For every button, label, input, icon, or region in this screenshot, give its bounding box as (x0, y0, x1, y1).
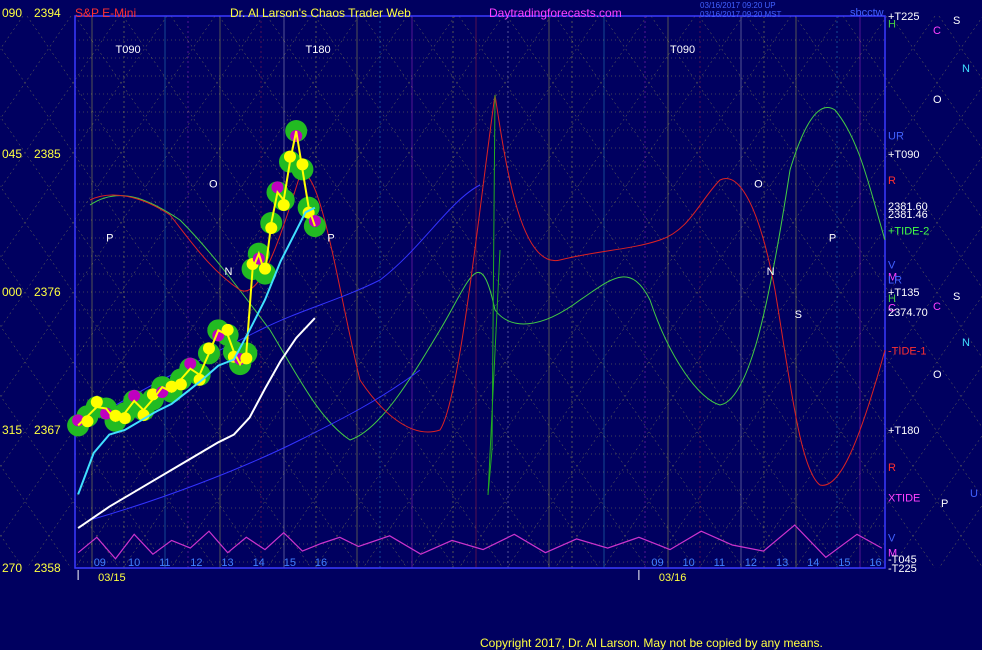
right-level-label: 2374.70 (888, 307, 928, 319)
x-date-label: 03/16 (659, 572, 687, 584)
y-tick-code: 045 (2, 147, 22, 161)
chart-annotation: T090 (670, 44, 695, 56)
y-tick-price: 2385 (34, 147, 61, 161)
x-hour-label: 14 (253, 557, 265, 569)
header-tag: sbcctw (850, 7, 884, 19)
right-level-label: +T180 (888, 425, 920, 437)
chart-annotation: N (767, 266, 775, 278)
far-right-letter: O (933, 369, 942, 381)
y-tick-price: 2358 (34, 561, 61, 575)
x-hour-label: 15 (284, 557, 296, 569)
right-level-label: 2381.46 (888, 209, 928, 221)
far-right-letter: S (953, 15, 960, 27)
far-right-letter: C (933, 301, 941, 313)
y-tick-code: 000 (2, 285, 22, 299)
right-level-label: UR (888, 131, 904, 143)
x-hour-label: 09 (94, 557, 106, 569)
chart-annotation: T090 (116, 44, 141, 56)
far-right-letter: S (953, 291, 960, 303)
header-left-code: 090 (2, 6, 22, 20)
x-hour-label: 13 (776, 557, 788, 569)
x-hour-label: 14 (807, 557, 819, 569)
right-level-label: +T090 (888, 149, 920, 161)
header-right-top: +T225 (888, 11, 920, 23)
y-tick-code: 270 (2, 561, 22, 575)
far-right-letter: N (962, 337, 970, 349)
right-level-label: -TIDE-1 (888, 345, 927, 357)
x-hour-label: 10 (128, 557, 140, 569)
site-link[interactable]: Daytradingforecasts.com (489, 6, 622, 20)
chart-annotation: P (106, 232, 113, 244)
far-right-letter: U (970, 488, 978, 500)
right-level-label: XTIDE (888, 492, 920, 504)
x-hour-label: 11 (714, 557, 725, 569)
far-right-letter: O (933, 94, 942, 106)
chart-annotation: O (209, 179, 218, 191)
chaos-trader-chart: T090 T180 T090 O O P P P N N S 045 2385 000 2376 315 23… (0, 0, 982, 650)
x-hour-label: 09 (651, 557, 663, 569)
right-level-label: R (888, 175, 896, 187)
chart-annotation: P (327, 232, 334, 244)
chart-annotation: S (795, 309, 802, 321)
x-hour-label: 12 (190, 557, 202, 569)
far-right-letter: C (933, 25, 941, 37)
header-left-price: 2394 (34, 6, 61, 20)
y-tick-price: 2367 (34, 423, 61, 437)
right-level-label: LR (888, 275, 902, 287)
chart-annotation: T180 (306, 44, 331, 56)
right-level-label: R (888, 462, 896, 474)
right-level-label: V (888, 259, 896, 271)
page-title: Dr. Al Larson's Chaos Trader Web (230, 6, 411, 20)
x-hour-label: 13 (221, 557, 233, 569)
x-hour-label: 11 (159, 557, 170, 569)
right-level-label: V (888, 532, 896, 544)
x-hour-label: 15 (838, 557, 850, 569)
chart-annotation: N (225, 266, 233, 278)
right-level-label: +TIDE-2 (888, 226, 929, 238)
x-hour-label: 12 (745, 557, 757, 569)
timestamp-1: 03/16/2017 09:20 UP (700, 1, 776, 10)
x-hour-label: 10 (683, 557, 695, 569)
y-tick-code: 315 (2, 423, 22, 437)
timestamp-2: 03/16/2017 09:20 MST (700, 10, 782, 19)
chart-annotation: O (754, 179, 763, 191)
x-hour-label: 16 (869, 557, 881, 569)
y-tick-price: 2376 (34, 285, 61, 299)
x-hour-label: 16 (315, 557, 327, 569)
far-right-letter: N (962, 63, 970, 75)
instrument-title: S&P E-Mini (75, 6, 136, 20)
far-right-letter: P (941, 498, 948, 510)
x-date-label: 03/15 (98, 572, 126, 584)
chart-annotation: P (829, 232, 836, 244)
copyright-text: Copyright 2017, Dr. Al Larson. May not b… (480, 636, 823, 650)
right-level-label: -T225 (888, 563, 917, 575)
chart-background (0, 0, 982, 650)
